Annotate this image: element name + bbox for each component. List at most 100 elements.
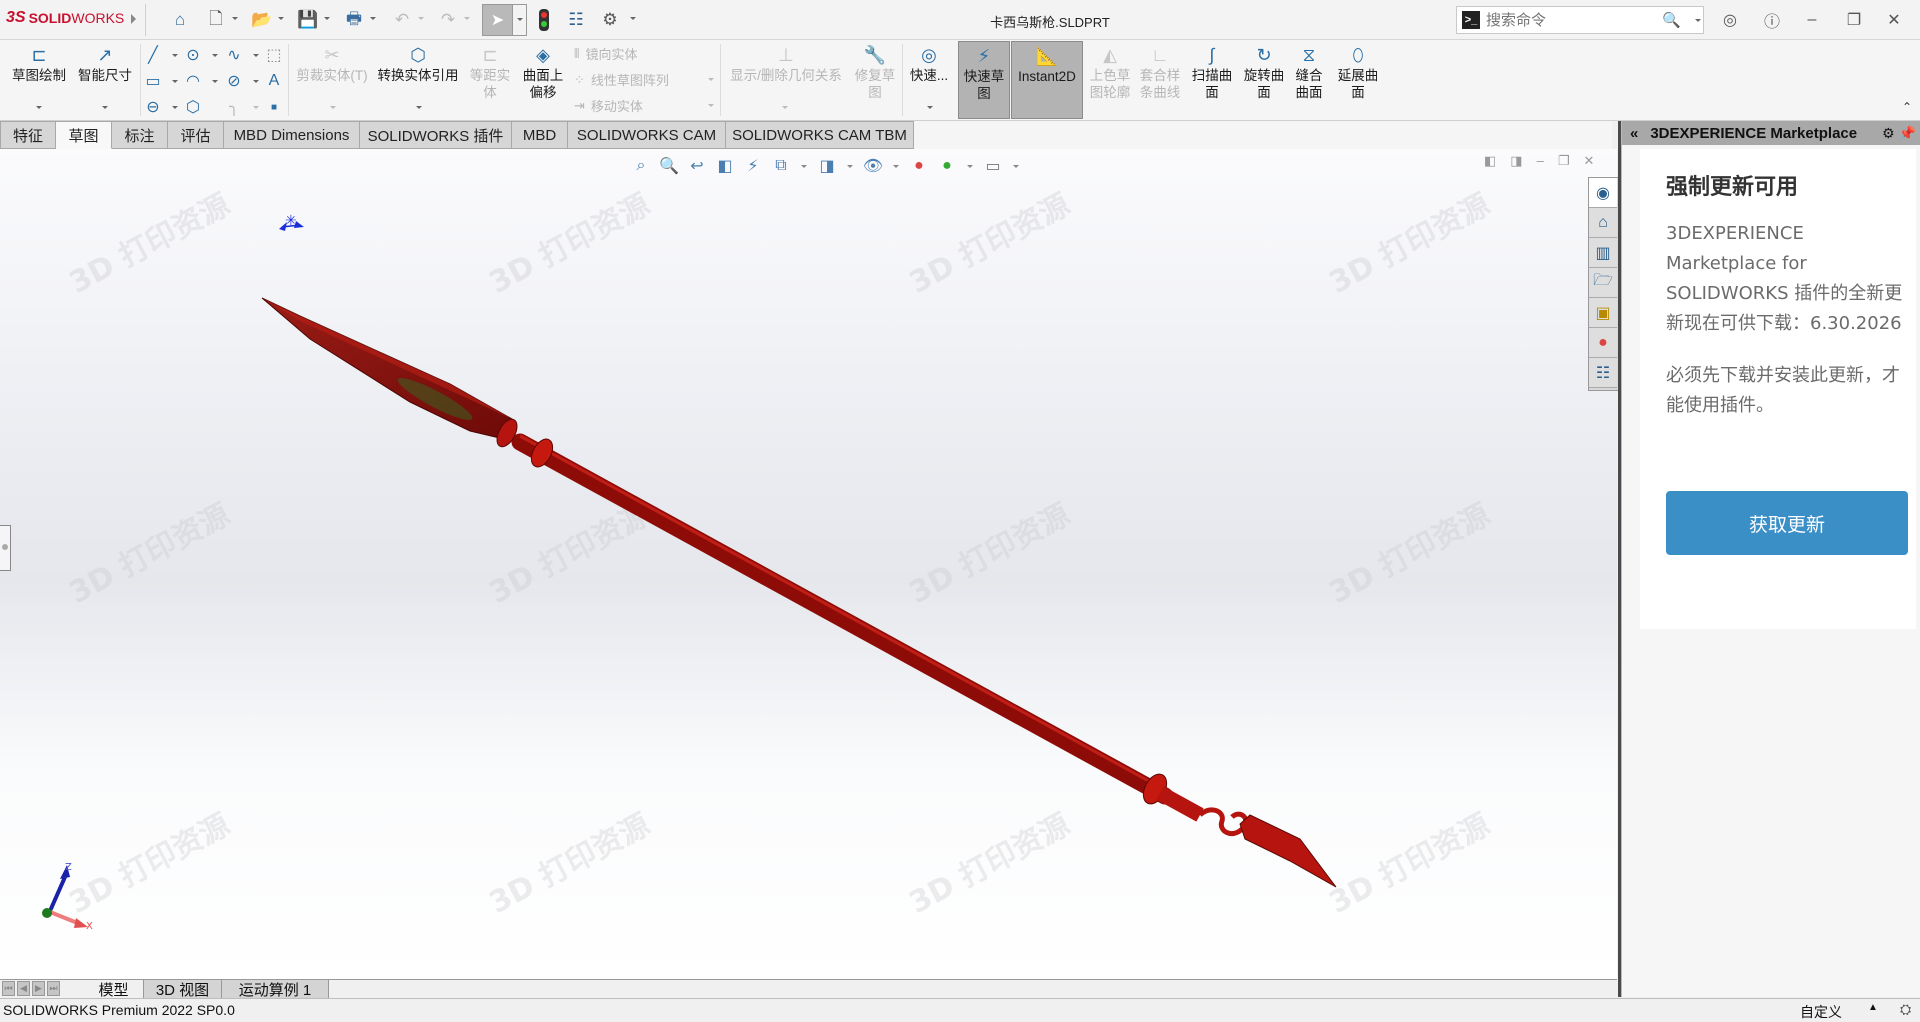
redo-dropdown-icon[interactable] (464, 17, 470, 20)
user-icon[interactable]: ◎ (1718, 8, 1742, 32)
circle-icon[interactable]: ⊙ (183, 45, 203, 65)
smart-dimension-button[interactable]: ↗ 智能尺寸 (74, 44, 136, 84)
extend-surface-button[interactable]: ⬯ 延展曲 面 (1334, 44, 1382, 101)
line-dropdown-icon[interactable] (172, 54, 178, 57)
last-tab-icon[interactable]: ⏭ (47, 981, 60, 996)
pin-icon[interactable]: 📌 (1899, 125, 1916, 142)
repair-sketch-button[interactable]: 🔧 修复草 图 (850, 44, 900, 101)
text-icon[interactable]: A (264, 71, 284, 91)
select-dropdown[interactable] (513, 4, 527, 36)
arc-icon[interactable]: ◠ (183, 71, 203, 91)
first-tab-icon[interactable]: ⏮ (2, 981, 15, 996)
swept-surface-button[interactable]: ∫ 扫描曲 面 (1188, 44, 1236, 101)
tab-mbd-dimensions[interactable]: MBD Dimensions (224, 121, 360, 149)
file-properties-icon[interactable]: ☷ (564, 8, 588, 32)
undo-dropdown-icon[interactable] (418, 17, 424, 20)
home-tab-icon[interactable]: ⌂ (1589, 208, 1617, 238)
tab-sketch[interactable]: 草图 (56, 121, 112, 149)
menu-expand-arrow-icon[interactable] (131, 14, 136, 24)
options-dropdown-icon[interactable] (630, 17, 636, 20)
open-dropdown-icon[interactable] (278, 17, 284, 20)
open-icon[interactable]: 📂 (250, 8, 274, 32)
shaded-sketch-contours-button[interactable]: ◭ 上色草 图轮廓 (1086, 44, 1134, 101)
select-pointer-button[interactable]: ➤ (482, 4, 513, 36)
trim-entities-button[interactable]: ✂ 剪裁实体(T) (292, 44, 372, 84)
quick-snaps-button[interactable]: ◎ 快速... (906, 44, 952, 84)
minimize-icon[interactable]: – (1800, 8, 1824, 32)
relations-dropdown-icon[interactable] (782, 106, 788, 109)
rebuild-status-icon[interactable]: ⛭ (1900, 1001, 1911, 1018)
instant2d-button[interactable]: 📐 Instant2D (1011, 41, 1083, 119)
undo-icon[interactable]: ↶ (390, 8, 414, 32)
save-dropdown-icon[interactable] (324, 17, 330, 20)
move-dropdown-icon[interactable] (708, 104, 714, 107)
search-dropdown-icon[interactable] (1695, 19, 1701, 22)
next-tab-icon[interactable]: ▶ (32, 981, 45, 996)
slot-icon[interactable]: ⊖ (143, 97, 163, 117)
ellipse-dropdown-icon[interactable] (253, 80, 259, 83)
tab-solidworks-cam-tbm[interactable]: SOLIDWORKS CAM TBM (726, 121, 914, 149)
tab-evaluate[interactable]: 评估 (168, 121, 224, 149)
home-icon[interactable]: ⌂ (168, 8, 192, 32)
rectangle-dropdown-icon[interactable] (172, 80, 178, 83)
rapid-sketch-button[interactable]: ⚡ 快速草 图 (958, 41, 1010, 119)
design-library-tab-icon[interactable]: ▥ (1589, 238, 1617, 268)
print-icon[interactable]: 🖶 (342, 8, 366, 32)
quick-snaps-dropdown-icon[interactable] (927, 106, 933, 109)
point-icon[interactable]: ■ (264, 97, 284, 117)
tab-features[interactable]: 特征 (0, 121, 56, 149)
convert-dropdown-icon[interactable] (416, 106, 422, 109)
new-dropdown-icon[interactable] (232, 17, 238, 20)
convert-entities-button[interactable]: ⬡ 转换实体引用 (374, 44, 462, 84)
graphics-area[interactable]: 3D 打印资源 3D 打印资源 3D 打印资源 3D 打印资源 3D 打印资源 … (0, 149, 1617, 979)
revolved-surface-button[interactable]: ↻ 旋转曲 面 (1240, 44, 1288, 101)
appearances-tab-icon[interactable]: ● (1589, 328, 1617, 358)
tab-mbd[interactable]: MBD (512, 121, 568, 149)
new-document-icon[interactable]: 🗋 (204, 8, 228, 32)
solidworks-logo[interactable]: 3S SOLIDWORKS (6, 9, 124, 27)
tab-motion-study-1[interactable]: 运动算例 1 (222, 980, 329, 999)
search-icon[interactable]: 🔍 (1662, 11, 1681, 29)
custom-properties-tab-icon[interactable]: ☷ (1589, 358, 1617, 388)
fillet-dropdown-icon[interactable] (253, 106, 259, 109)
collapse-ribbon-icon[interactable]: ⌃ (1902, 100, 1912, 114)
sketch-dropdown-icon[interactable] (36, 106, 42, 109)
spline-dropdown-icon[interactable] (253, 54, 259, 57)
rectangle-icon[interactable]: ▭ (143, 71, 163, 91)
redo-icon[interactable]: ↷ (436, 8, 460, 32)
restore-icon[interactable]: ❐ (1842, 8, 1866, 32)
line-icon[interactable]: ╱ (143, 45, 163, 65)
fillet-icon[interactable]: ╮ (224, 97, 244, 117)
options-gear-icon[interactable]: ⚙ (598, 8, 622, 32)
tab-markup[interactable]: 标注 (112, 121, 168, 149)
linear-pattern-button[interactable]: ⁘ 线性草图阵列 (574, 70, 669, 89)
display-delete-relations-button[interactable]: ⊥ 显示/删除几何关系 (724, 44, 848, 84)
trim-dropdown-icon[interactable] (330, 106, 336, 109)
close-icon[interactable]: ✕ (1882, 8, 1906, 32)
mirror-entities-button[interactable]: ⫴ 镜向实体 (574, 44, 637, 63)
unit-system[interactable]: 自定义 (1800, 1002, 1842, 1022)
file-explorer-tab-icon[interactable]: 🗁 (1589, 268, 1617, 298)
slot-dropdown-icon[interactable] (172, 106, 178, 109)
spline-icon[interactable]: ∿ (224, 45, 244, 65)
rebuild-icon[interactable] (532, 8, 556, 32)
tab-solidworks-addins[interactable]: SOLIDWORKS 插件 (360, 121, 512, 149)
search-commands[interactable]: >_ 🔍 (1456, 6, 1704, 34)
save-icon[interactable]: 💾 (296, 8, 320, 32)
arc-dropdown-icon[interactable] (212, 80, 218, 83)
construction-geometry-icon[interactable]: ⬚ (264, 45, 284, 65)
search-input[interactable] (1486, 11, 1656, 29)
tab-model[interactable]: 模型 (84, 980, 144, 999)
previous-tab-icon[interactable]: ◀ (17, 981, 30, 996)
spear-model[interactable]: ✳ Z X (0, 149, 1617, 979)
3dexperience-tab-icon[interactable]: ◉ (1589, 178, 1617, 208)
pane-settings-gear-icon[interactable]: ⚙ (1882, 125, 1895, 142)
fit-spline-button[interactable]: ∟ 套合样 条曲线 (1136, 44, 1184, 101)
tab-3d-views[interactable]: 3D 视图 (144, 980, 222, 999)
knit-surface-button[interactable]: ⧖ 缝合 曲面 (1288, 44, 1330, 101)
ellipse-icon[interactable]: ⊘ (224, 71, 244, 91)
pattern-dropdown-icon[interactable] (708, 78, 714, 81)
collapse-pane-icon[interactable]: « (1630, 125, 1638, 142)
get-update-button[interactable]: 获取更新 (1666, 491, 1908, 555)
help-icon[interactable]: ⓘ (1760, 8, 1784, 32)
